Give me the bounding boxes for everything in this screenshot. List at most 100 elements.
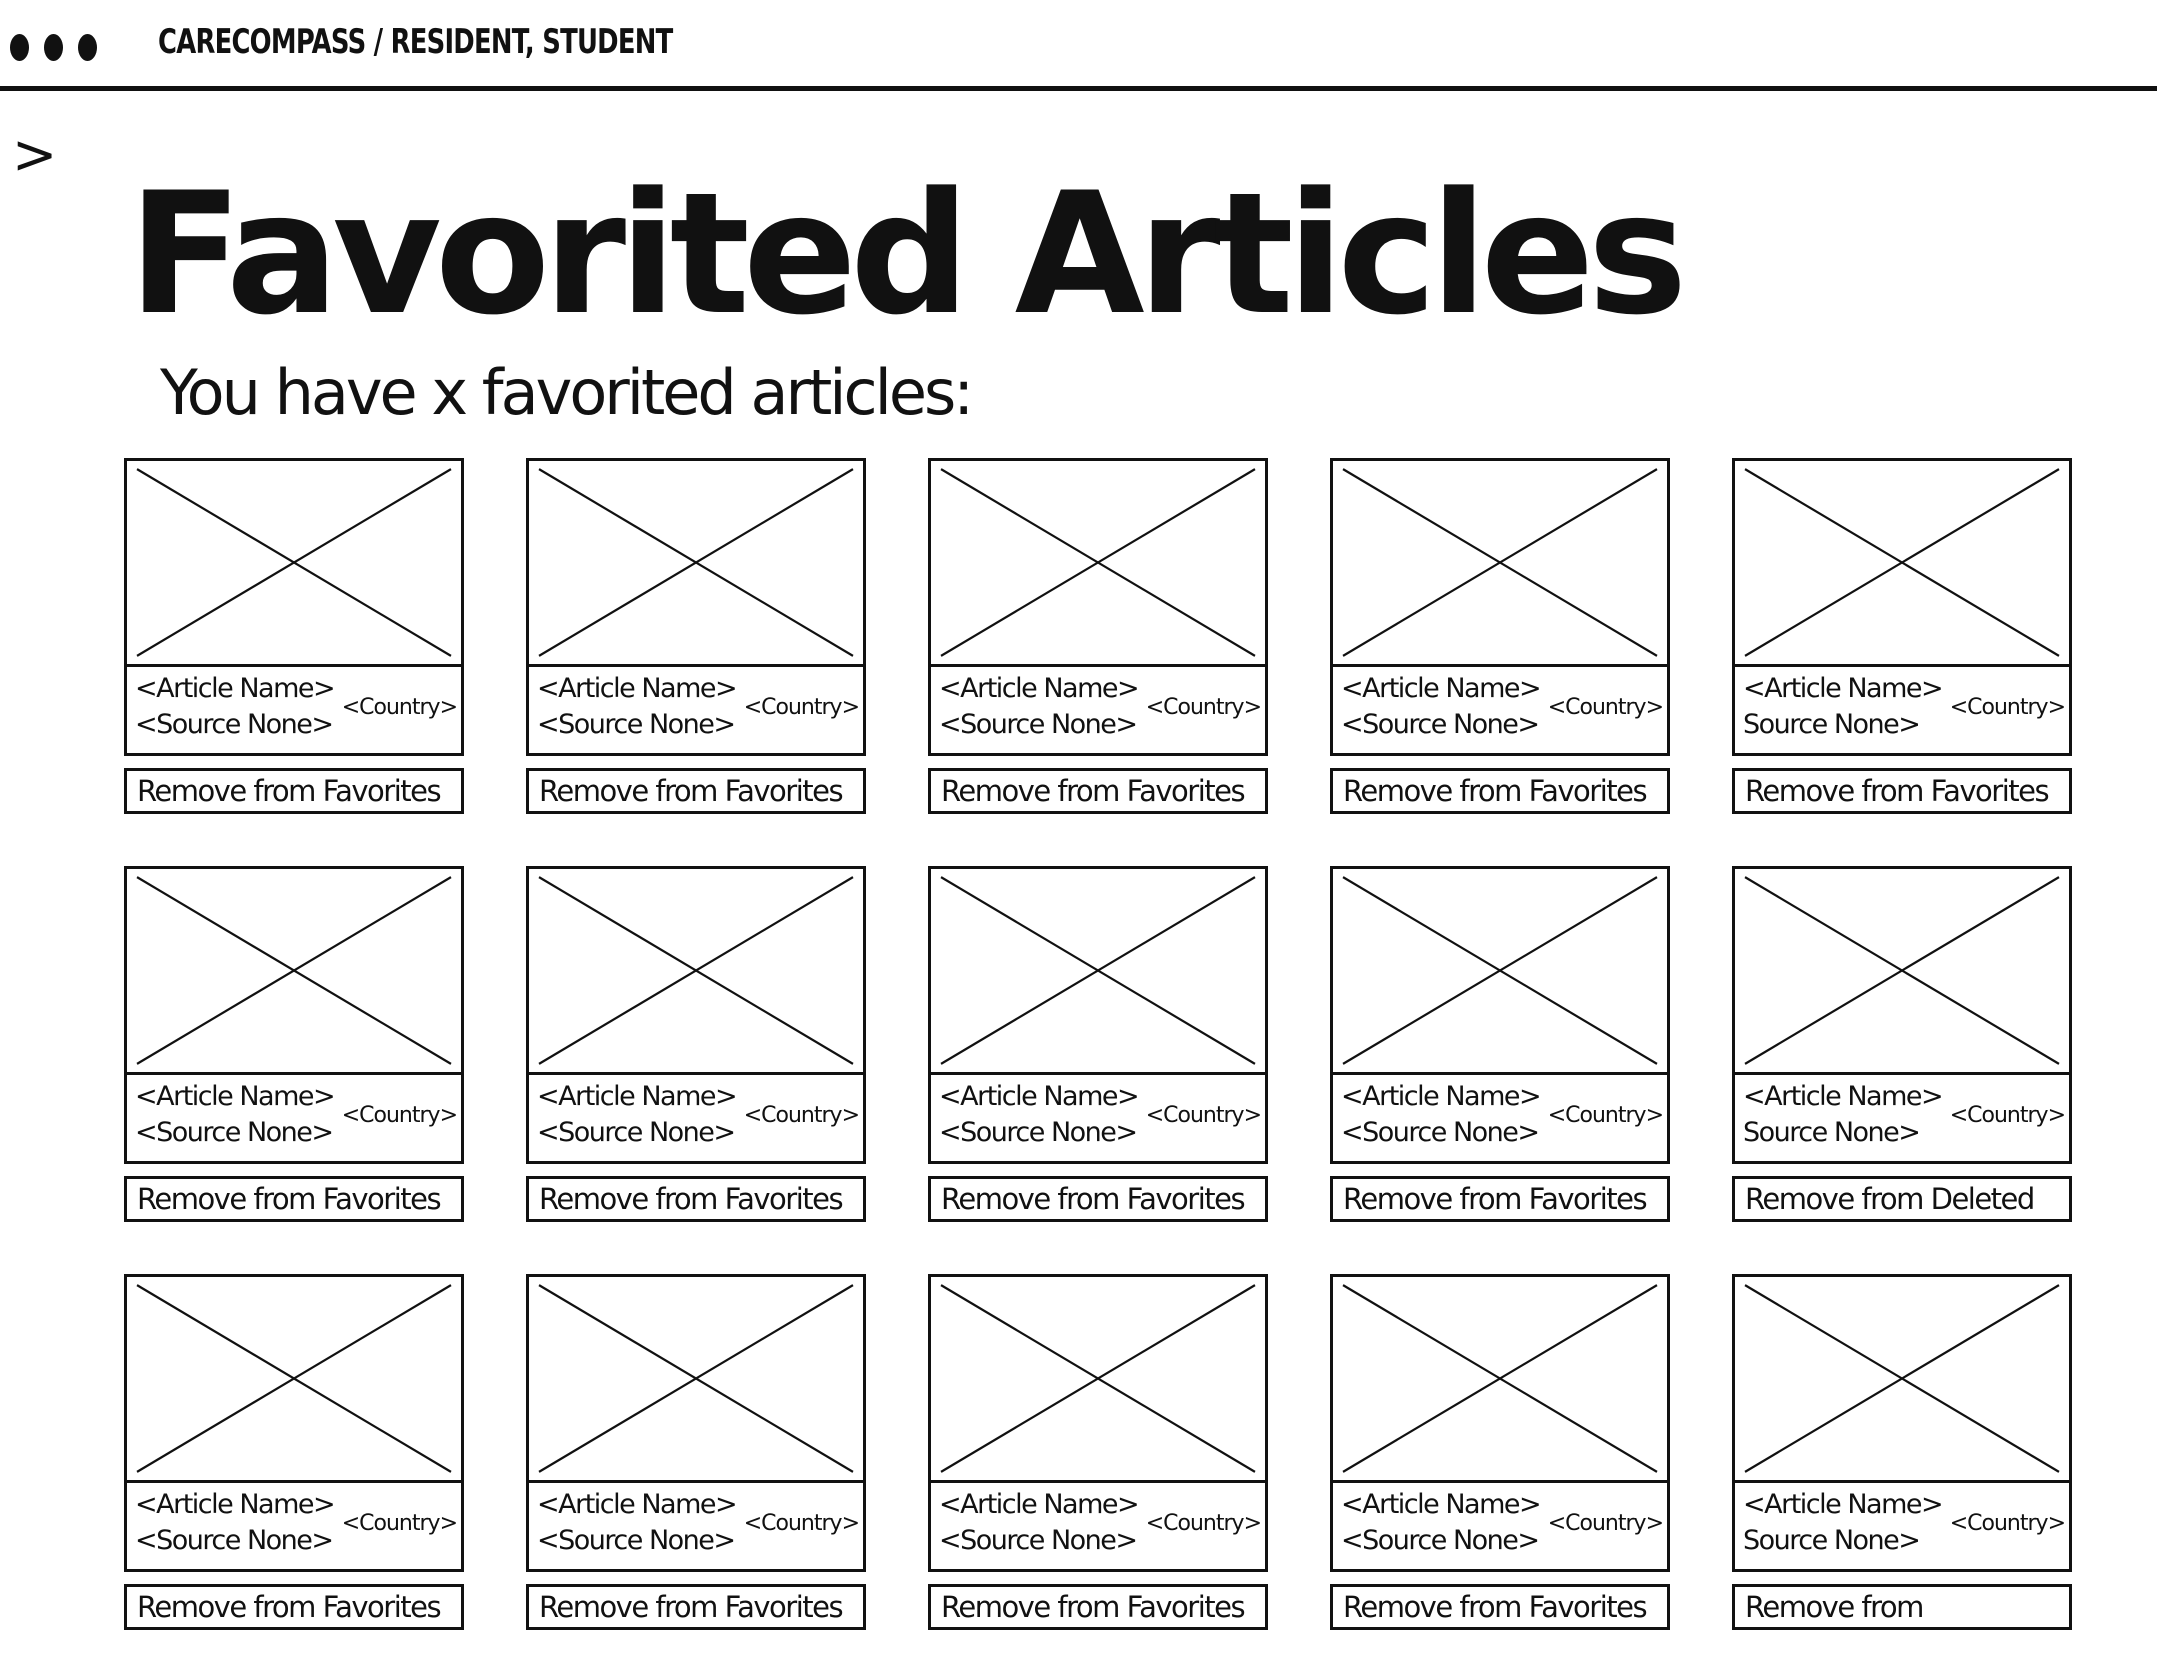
article-name: <Article Name> <box>135 673 336 704</box>
article-card[interactable]: <Article Name> <Source None> <Country> R… <box>124 1274 464 1634</box>
source-name: <Source None> <box>939 1525 1138 1556</box>
article-name: <Article Name> <box>135 1081 336 1112</box>
country-label: <Country> <box>743 695 860 720</box>
window-dot-icon[interactable] <box>44 34 63 61</box>
article-card[interactable]: <Article Name> <Source None> <Country> R… <box>928 866 1268 1226</box>
card-frame: <Article Name> Source None> <Country> <box>1732 1274 2072 1572</box>
article-card[interactable]: <Article Name> <Source None> <Country> R… <box>124 458 464 818</box>
image-placeholder-icon <box>1735 461 2069 667</box>
remove-favorite-button[interactable]: Remove from Favorites <box>526 1584 866 1630</box>
card-frame: <Article Name> <Source None> <Country> <box>928 866 1268 1164</box>
card-frame: <Article Name> Source None> <Country> <box>1732 866 2072 1164</box>
source-name: <Source None> <box>537 709 736 740</box>
card-frame: <Article Name> <Source None> <Country> <box>1330 1274 1670 1572</box>
card-info: <Article Name> <Source None> <Country> <box>127 667 461 753</box>
favorites-count-text: You have x favorited articles: <box>160 356 974 429</box>
remove-deleted-button[interactable]: Remove from Deleted <box>1732 1176 2072 1222</box>
article-name: <Article Name> <box>939 673 1140 704</box>
article-name: <Article Name> <box>537 1081 738 1112</box>
window-controls <box>10 34 97 61</box>
article-name: <Article Name> <box>939 1081 1140 1112</box>
card-info: <Article Name> Source None> <Country> <box>1735 1483 2069 1569</box>
card-info: <Article Name> Source None> <Country> <box>1735 1075 2069 1161</box>
source-name: <Source None> <box>1341 1525 1540 1556</box>
sidebar-toggle-icon[interactable]: > <box>12 128 57 182</box>
remove-favorite-button[interactable]: Remove from Favorites <box>124 1584 464 1630</box>
article-card[interactable]: <Article Name> <Source None> <Country> R… <box>124 866 464 1226</box>
article-card[interactable]: <Article Name> <Source None> <Country> R… <box>526 1274 866 1634</box>
country-label: <Country> <box>1547 695 1664 720</box>
image-placeholder-icon <box>529 461 863 667</box>
image-placeholder-icon <box>529 1277 863 1483</box>
card-info: <Article Name> Source None> <Country> <box>1735 667 2069 753</box>
source-name: <Source None> <box>135 1117 334 1148</box>
article-card[interactable]: <Article Name> <Source None> <Country> R… <box>1330 1274 1670 1634</box>
window-dot-icon[interactable] <box>78 34 97 61</box>
image-placeholder-icon <box>529 869 863 1075</box>
article-card[interactable]: <Article Name> <Source None> <Country> R… <box>526 866 866 1226</box>
article-name: <Article Name> <box>135 1489 336 1520</box>
card-info: <Article Name> <Source None> <Country> <box>1333 1483 1667 1569</box>
article-card[interactable]: <Article Name> <Source None> <Country> R… <box>928 458 1268 818</box>
remove-favorite-button[interactable]: Remove from Favorites <box>928 1584 1268 1630</box>
country-label: <Country> <box>743 1103 860 1128</box>
card-info: <Article Name> <Source None> <Country> <box>127 1075 461 1161</box>
image-placeholder-icon <box>1333 461 1667 667</box>
card-frame: <Article Name> <Source None> <Country> <box>928 1274 1268 1572</box>
remove-favorite-button[interactable]: Remove from Favorites <box>124 1176 464 1222</box>
source-name: <Source None> <box>939 709 1138 740</box>
card-frame: <Article Name> <Source None> <Country> <box>124 866 464 1164</box>
header-divider <box>0 86 2157 91</box>
remove-favorite-button[interactable]: Remove from Favorites <box>1330 1584 1670 1630</box>
article-card[interactable]: <Article Name> <Source None> <Country> R… <box>1330 458 1670 818</box>
favorites-grid: <Article Name> <Source None> <Country> R… <box>124 458 2072 1634</box>
article-card[interactable]: <Article Name> Source None> <Country> Re… <box>1732 866 2072 1226</box>
source-name: <Source None> <box>1341 1117 1540 1148</box>
source-name: Source None> <box>1743 709 1921 740</box>
image-placeholder-icon <box>127 869 461 1075</box>
article-card[interactable]: <Article Name> Source None> <Country> Re… <box>1732 458 2072 818</box>
country-label: <Country> <box>743 1511 860 1536</box>
remove-favorite-button[interactable]: Remove from Favorites <box>1732 768 2072 814</box>
country-label: <Country> <box>341 1511 458 1536</box>
remove-favorite-button[interactable]: Remove from Favorites <box>526 1176 866 1222</box>
remove-favorite-button[interactable]: Remove from Favorites <box>928 1176 1268 1222</box>
remove-favorite-button[interactable]: Remove from Favorites <box>124 768 464 814</box>
image-placeholder-icon <box>1333 869 1667 1075</box>
remove-favorite-button[interactable]: Remove from Favorites <box>526 768 866 814</box>
article-card[interactable]: <Article Name> Source None> <Country> Re… <box>1732 1274 2072 1634</box>
card-info: <Article Name> <Source None> <Country> <box>529 667 863 753</box>
card-info: <Article Name> <Source None> <Country> <box>529 1483 863 1569</box>
remove-favorite-button[interactable]: Remove from Favorites <box>1330 768 1670 814</box>
image-placeholder-icon <box>1333 1277 1667 1483</box>
remove-favorite-button[interactable]: Remove from Favorites <box>928 768 1268 814</box>
card-info: <Article Name> <Source None> <Country> <box>931 1075 1265 1161</box>
card-frame: <Article Name> <Source None> <Country> <box>1330 458 1670 756</box>
source-name: <Source None> <box>537 1525 736 1556</box>
country-label: <Country> <box>1547 1103 1664 1128</box>
article-name: <Article Name> <box>1341 1081 1542 1112</box>
article-name: <Article Name> <box>1743 673 1944 704</box>
window-dot-icon[interactable] <box>10 34 29 61</box>
card-info: <Article Name> <Source None> <Country> <box>931 1483 1265 1569</box>
card-info: <Article Name> <Source None> <Country> <box>529 1075 863 1161</box>
article-name: <Article Name> <box>537 673 738 704</box>
card-frame: <Article Name> <Source None> <Country> <box>1330 866 1670 1164</box>
source-name: <Source None> <box>537 1117 736 1148</box>
image-placeholder-icon <box>931 461 1265 667</box>
article-card[interactable]: <Article Name> <Source None> <Country> R… <box>1330 866 1670 1226</box>
image-placeholder-icon <box>1735 869 2069 1075</box>
image-placeholder-icon <box>127 1277 461 1483</box>
country-label: <Country> <box>1949 695 2066 720</box>
article-card[interactable]: <Article Name> <Source None> <Country> R… <box>928 1274 1268 1634</box>
article-card[interactable]: <Article Name> <Source None> <Country> R… <box>526 458 866 818</box>
remove-favorite-button[interactable]: Remove from <box>1732 1584 2072 1630</box>
country-label: <Country> <box>1949 1103 2066 1128</box>
source-name: <Source None> <box>939 1117 1138 1148</box>
image-placeholder-icon <box>1735 1277 2069 1483</box>
top-bar: CARECOMPASS / RESIDENT, STUDENT <box>0 0 2157 91</box>
remove-favorite-button[interactable]: Remove from Favorites <box>1330 1176 1670 1222</box>
card-frame: <Article Name> <Source None> <Country> <box>124 458 464 756</box>
country-label: <Country> <box>341 695 458 720</box>
card-info: <Article Name> <Source None> <Country> <box>127 1483 461 1569</box>
